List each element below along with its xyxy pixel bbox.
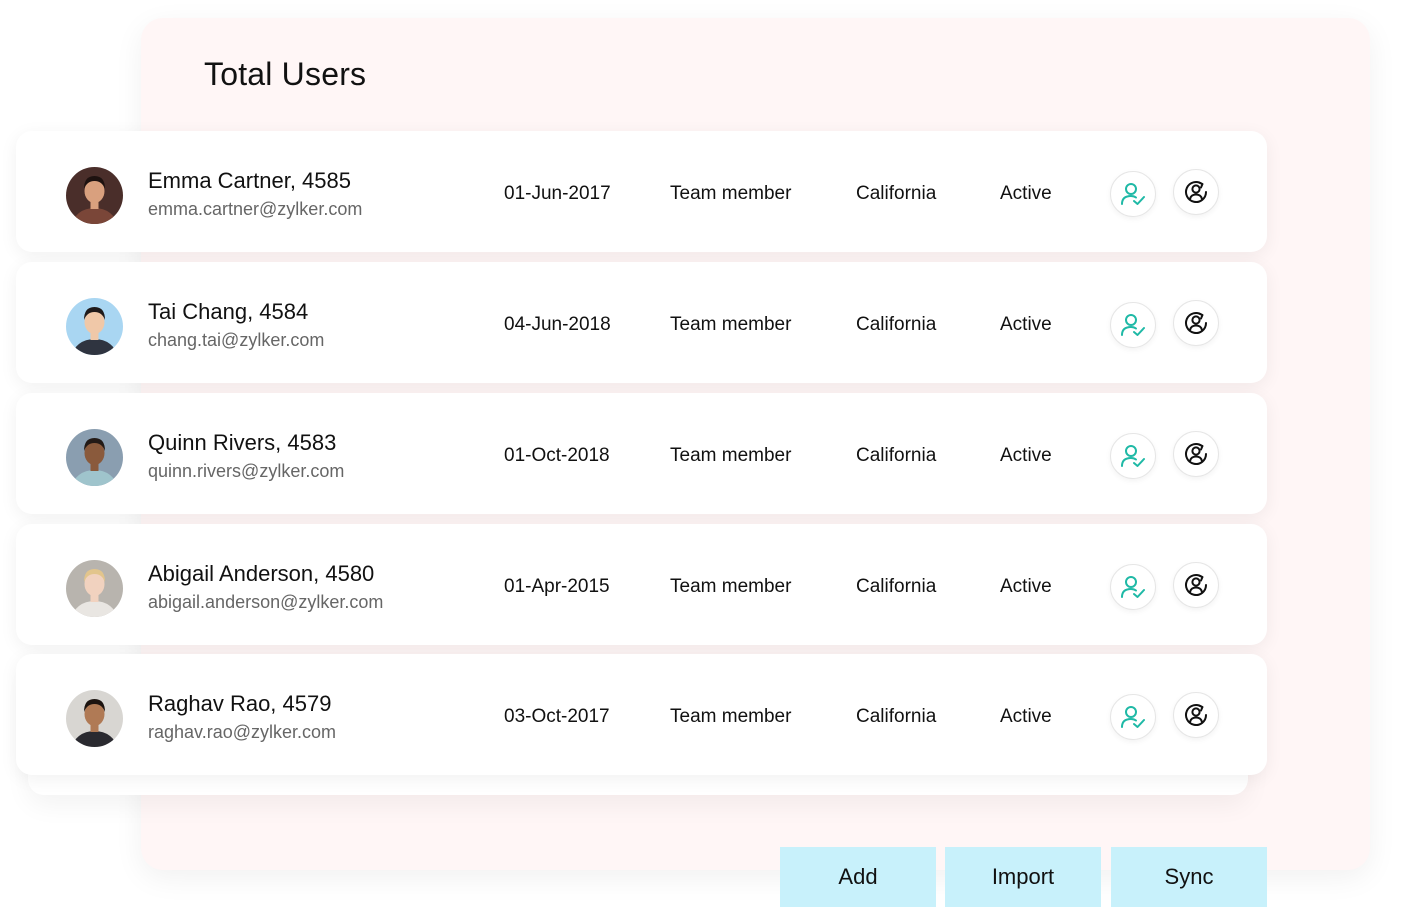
user-check-icon <box>1121 706 1145 728</box>
user-check-icon <box>1121 445 1145 467</box>
import-button[interactable]: Import <box>945 847 1101 907</box>
status-text: Active <box>1000 576 1052 597</box>
approve-user-button[interactable] <box>1110 302 1156 348</box>
user-sync-icon <box>1185 312 1207 334</box>
status-text: Active <box>1000 314 1052 335</box>
user-location: California <box>856 706 937 727</box>
user-role: Team member <box>670 445 792 466</box>
user-check-icon <box>1121 314 1145 336</box>
user-row[interactable]: Quinn Rivers, 4583 quinn.rivers@zylker.co… <box>16 393 1267 514</box>
avatar <box>66 298 123 355</box>
user-email: raghav.rao@zylker.com <box>148 722 337 742</box>
page-title: Total Users <box>204 56 367 92</box>
user-role: Team member <box>670 576 792 597</box>
user-name: Emma Cartner, 4585 <box>148 168 351 193</box>
add-button[interactable]: Add <box>780 847 936 907</box>
user-name: Tai Chang, 4584 <box>148 299 309 324</box>
user-sync-icon <box>1185 181 1207 203</box>
status-text: Active <box>1000 445 1052 466</box>
status-text: Active <box>1000 706 1052 727</box>
approve-user-button[interactable] <box>1110 564 1156 610</box>
user-location: California <box>856 576 937 597</box>
user-sync-icon <box>1185 704 1207 726</box>
user-email: abigail.anderson@zylker.com <box>148 592 384 612</box>
user-sync-icon <box>1185 443 1207 465</box>
user-role: Team member <box>670 314 792 335</box>
user-name: Raghav Rao, 4579 <box>148 691 332 716</box>
user-row[interactable]: Abigail Anderson, 4580 abigail.anderson@z… <box>16 524 1267 645</box>
approve-user-button[interactable] <box>1110 171 1156 217</box>
join-date: 01-Jun-2017 <box>504 183 611 204</box>
avatar <box>66 429 123 486</box>
approve-user-button[interactable] <box>1110 694 1156 740</box>
user-row[interactable]: Tai Chang, 4584 chang.tai@zylker.com 04-Ju… <box>16 262 1267 383</box>
user-location: California <box>856 183 937 204</box>
user-row[interactable]: Raghav Rao, 4579 raghav.rao@zylker.com 03-… <box>16 654 1267 775</box>
user-check-icon <box>1121 576 1145 598</box>
user-name: Abigail Anderson, 4580 <box>148 561 375 586</box>
user-role: Team member <box>670 706 792 727</box>
sync-user-button[interactable] <box>1173 169 1219 215</box>
user-location: California <box>856 445 937 466</box>
sync-user-button[interactable] <box>1173 431 1219 477</box>
avatar <box>66 690 123 747</box>
join-date: 04-Jun-2018 <box>504 314 611 335</box>
user-email: emma.cartner@zylker.com <box>148 199 363 219</box>
join-date: 01-Oct-2018 <box>504 445 610 466</box>
user-role: Team member <box>670 183 792 204</box>
user-check-icon <box>1121 183 1145 205</box>
sync-user-button[interactable] <box>1173 692 1219 738</box>
join-date: 01-Apr-2015 <box>504 576 610 597</box>
join-date: 03-Oct-2017 <box>504 706 610 727</box>
avatar <box>66 167 123 224</box>
sync-user-button[interactable] <box>1173 300 1219 346</box>
user-location: California <box>856 314 937 335</box>
status-text: Active <box>1000 183 1052 204</box>
avatar <box>66 560 123 617</box>
user-email: chang.tai@zylker.com <box>148 330 325 350</box>
sync-button[interactable]: Sync <box>1111 847 1267 907</box>
user-row[interactable]: Emma Cartner, 4585 emma.cartner@zylker.co… <box>16 131 1267 252</box>
approve-user-button[interactable] <box>1110 433 1156 479</box>
user-email: quinn.rivers@zylker.com <box>148 461 345 481</box>
sync-user-button[interactable] <box>1173 562 1219 608</box>
user-sync-icon <box>1185 574 1207 596</box>
user-name: Quinn Rivers, 4583 <box>148 430 337 455</box>
